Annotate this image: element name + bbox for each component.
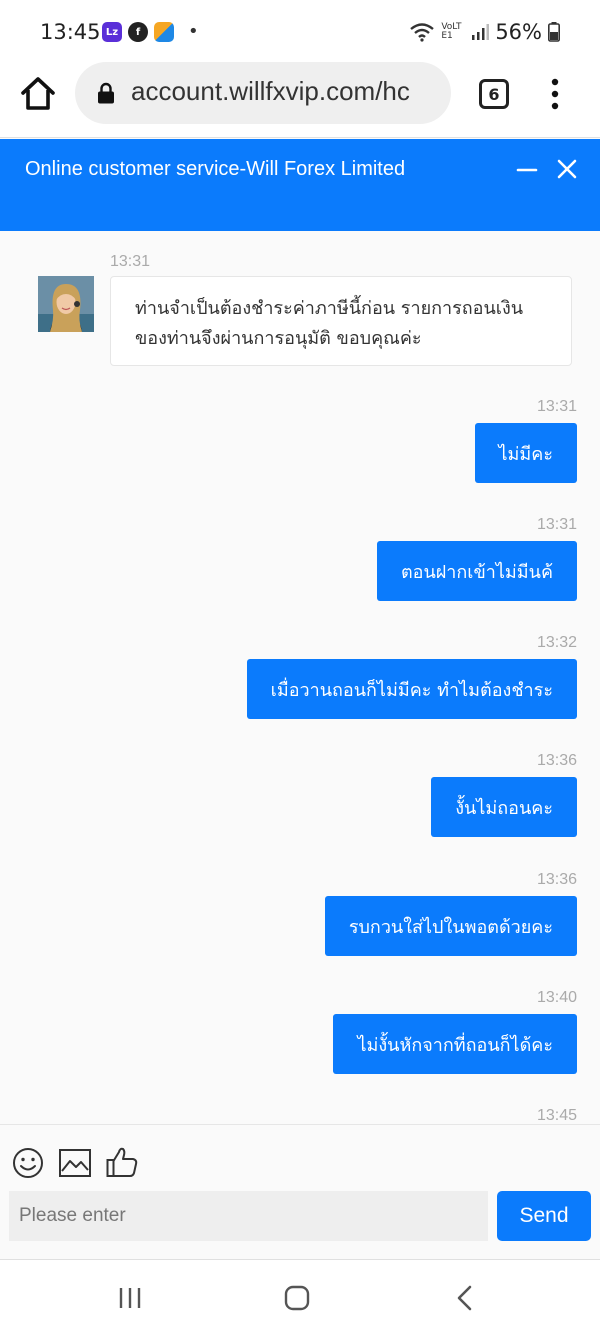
volte-label: VoLTE1	[441, 22, 462, 41]
facebook-icon: f	[128, 22, 148, 42]
message-time: 13:32	[536, 634, 577, 651]
tab-switcher-button[interactable]: 6	[479, 79, 509, 109]
message-time: 13:40	[536, 989, 577, 1006]
send-button[interactable]: Send	[497, 1191, 591, 1241]
back-icon[interactable]	[455, 1285, 475, 1311]
incoming-message: ท่านจำเป็นต้องชำระค่าภาษีนี้ก่อน รายการถ…	[110, 276, 572, 366]
status-bar: 13:45 Lz f • VoLTE1 56%	[0, 0, 600, 62]
message-time: 13:31	[536, 398, 577, 415]
signal-icon	[472, 24, 490, 40]
chat-title: Online customer service-Will Forex Limit…	[25, 158, 406, 180]
address-bar[interactable]: account.willfxvip.com/hc	[75, 62, 451, 124]
url-text: account.willfxvip.com/hc	[131, 76, 410, 106]
message-time: 13:45	[536, 1107, 577, 1124]
message-time: 13:36	[536, 871, 577, 888]
message-input[interactable]	[9, 1191, 488, 1241]
close-icon[interactable]	[555, 157, 579, 181]
browser-toolbar: account.willfxvip.com/hc 6	[0, 62, 600, 138]
recent-apps-icon[interactable]	[118, 1286, 142, 1310]
message-time: 13:31	[110, 253, 151, 270]
status-right: VoLTE1 56%	[409, 20, 560, 44]
chat-composer: Send	[0, 1124, 600, 1259]
more-menu-icon[interactable]	[548, 78, 562, 110]
minimize-icon[interactable]	[516, 159, 538, 179]
image-icon[interactable]	[59, 1149, 91, 1177]
message-list[interactable]: 13:31 ท่านจำเป็นต้องชำระค่าภาษีนี้ก่อน ร…	[0, 231, 600, 1124]
outgoing-message: ตอนฝากเข้าไม่มีนค้	[376, 541, 577, 601]
outgoing-message: เมื่อวานถอนก็ไม่มีคะ ทำไมต้องชำระ	[246, 659, 577, 719]
emoji-icon[interactable]	[12, 1147, 44, 1179]
notification-dot-icon: •	[188, 21, 199, 42]
chat-header: Online customer service-Will Forex Limit…	[0, 139, 600, 231]
thumbs-up-icon[interactable]	[106, 1146, 138, 1178]
outgoing-message: งั้นไม่ถอนคะ	[431, 777, 577, 837]
lock-icon	[98, 82, 114, 104]
outgoing-message: ไม่มีคะ	[474, 423, 577, 483]
message-time: 13:36	[536, 752, 577, 769]
outgoing-message: ไม่งั้นหักจากที่ถอนก็ได้คะ	[333, 1014, 577, 1074]
app-icon	[154, 22, 174, 42]
status-app-icons: Lz f •	[102, 22, 199, 42]
home-nav-icon[interactable]	[284, 1285, 310, 1311]
battery-percent: 56%	[495, 20, 542, 44]
agent-avatar	[38, 276, 94, 332]
battery-icon	[548, 22, 560, 42]
message-time: 13:31	[536, 516, 577, 533]
outgoing-message: รบกวนใส่ไปในพอตด้วยคะ	[324, 896, 577, 956]
lazada-icon: Lz	[102, 22, 122, 42]
system-nav-bar	[0, 1259, 600, 1333]
home-icon[interactable]	[18, 74, 58, 114]
wifi-icon	[410, 23, 435, 42]
status-time: 13:45	[40, 20, 101, 44]
